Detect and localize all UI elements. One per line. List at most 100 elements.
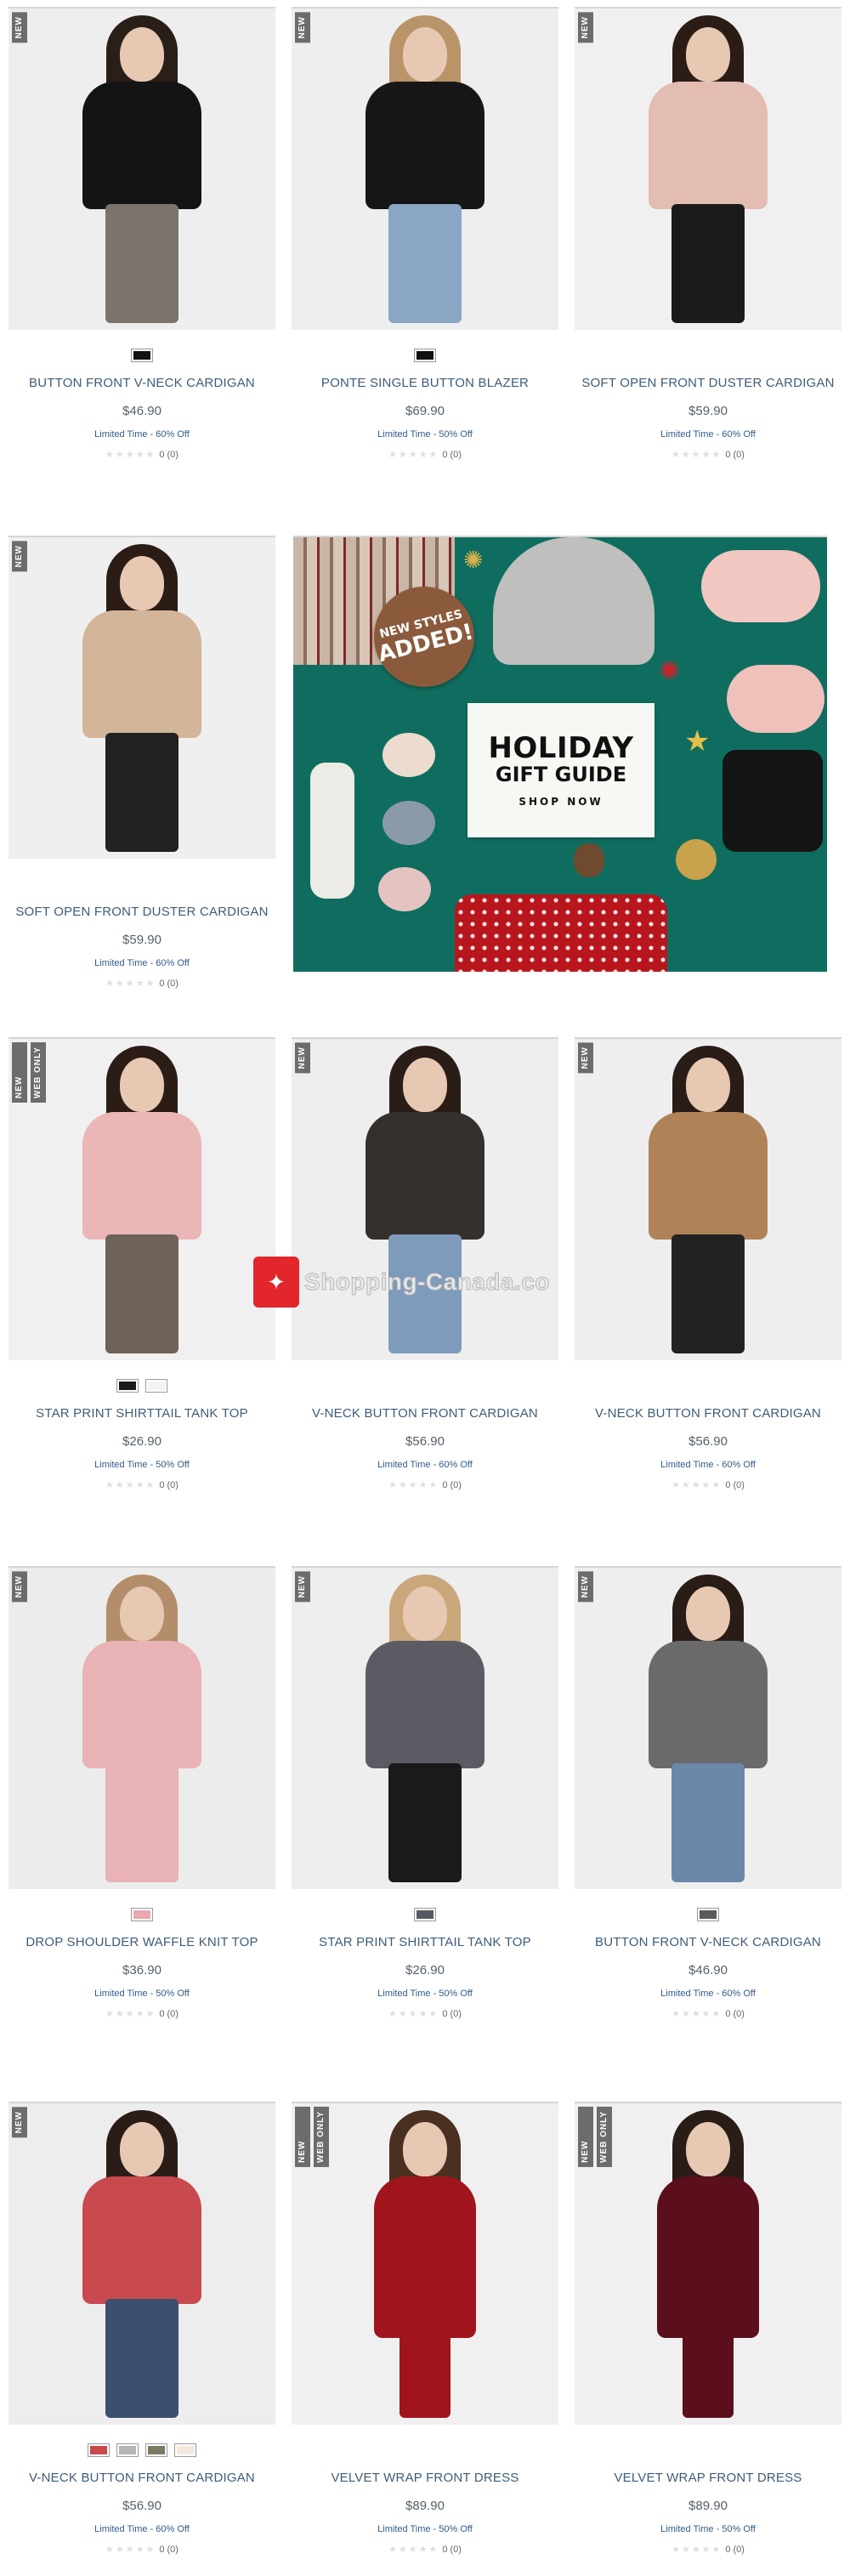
color-swatch[interactable] [174,2443,196,2457]
product-name[interactable]: STAR PRINT SHIRTTAIL TANK TOP [292,1935,558,1949]
product-name[interactable]: PONTE SINGLE BUTTON BLAZER [292,376,558,390]
scrunchie-image [382,733,435,777]
product-name[interactable]: VELVET WRAP FRONT DRESS [292,2471,558,2485]
rating[interactable]: ★★★★★ 0 (0) [8,449,275,461]
product-card[interactable]: NEW STAR PRINT SHIRTTAIL TANK TOP $26.90… [292,1566,558,2019]
rating[interactable]: ★★★★★ 0 (0) [292,2008,558,2020]
web-only-badge: WEB ONLY [314,2107,329,2167]
model-figure [8,2103,275,2425]
product-card[interactable]: NEW WEB ONLY STAR PRINT SHIRTTAIL TANK TO… [8,1037,275,1490]
model-top [649,1641,768,1768]
review-count: 0 (0) [442,449,462,460]
product-image[interactable]: NEW [8,7,275,330]
beanie-image [493,537,654,665]
product-name[interactable]: DROP SHOULDER WAFFLE KNIT TOP [8,1935,275,1949]
model-top [374,2176,476,2338]
product-card[interactable]: NEW SOFT OPEN FRONT DUSTER CARDIGAN $59.… [575,7,842,460]
product-card[interactable]: NEW V-NECK BUTTON FRONT CARDIGAN $56.90 … [575,1037,842,1490]
shop-now-link[interactable]: SHOP NOW [518,796,603,808]
rating[interactable]: ★★★★★ 0 (0) [8,1479,275,1491]
product-name[interactable]: BUTTON FRONT V-NECK CARDIGAN [8,376,275,390]
product-image[interactable]: NEW [575,7,842,330]
rating[interactable]: ★★★★★ 0 (0) [8,2544,275,2556]
color-swatch[interactable] [116,2443,139,2457]
badge-group: NEW [12,12,27,43]
color-swatches [8,1908,275,1923]
product-name[interactable]: VELVET WRAP FRONT DRESS [575,2471,842,2485]
product-image[interactable]: NEW WEB ONLY [575,2102,842,2425]
color-swatch[interactable] [116,1379,139,1393]
model-figure [8,537,275,859]
rating[interactable]: ★★★★★ 0 (0) [292,1479,558,1491]
product-card[interactable]: NEW DROP SHOULDER WAFFLE KNIT TOP $36.90… [8,1566,275,2019]
new-badge: NEW [578,1042,593,1074]
badge-group: NEW [12,2107,27,2138]
rating[interactable]: ★★★★★ 0 (0) [292,2544,558,2556]
product-image[interactable]: NEW [292,1037,558,1360]
model-figure [575,2103,842,2425]
model-bottom [105,1234,178,1353]
holiday-gift-guide-banner[interactable]: ★ ✺ ✺ NEW STYLES ADDED! HOLIDAY GIFT GUI… [293,536,827,972]
model-bottom [388,1763,462,1882]
product-image[interactable]: NEW [8,1566,275,1889]
product-card[interactable]: NEW SOFT OPEN FRONT DUSTER CARDIGAN $59.… [8,536,275,989]
product-card[interactable]: NEW BUTTON FRONT V-NECK CARDIGAN $46.90 … [8,7,275,460]
product-image[interactable]: NEW [292,1566,558,1889]
color-swatch[interactable] [414,1908,436,1921]
pinecone-image [574,843,604,877]
product-image[interactable]: NEW [575,1037,842,1360]
product-name[interactable]: SOFT OPEN FRONT DUSTER CARDIGAN [575,376,842,390]
gift-guide-card[interactable]: HOLIDAY GIFT GUIDE SHOP NOW [468,703,654,837]
product-image[interactable]: NEW [575,1566,842,1889]
product-image[interactable]: NEW [292,7,558,330]
model-head [686,27,730,82]
product-image[interactable]: NEW [8,536,275,859]
new-badge: NEW [12,1042,27,1103]
product-name[interactable]: V-NECK BUTTON FRONT CARDIGAN [8,2471,275,2485]
product-card[interactable]: NEW PONTE SINGLE BUTTON BLAZER $69.90 Li… [292,7,558,460]
color-swatch[interactable] [697,1908,719,1921]
model-top [82,82,201,209]
product-name[interactable]: SOFT OPEN FRONT DUSTER CARDIGAN [8,905,275,919]
model-figure [8,1039,275,1360]
color-swatches [575,1379,842,1394]
maple-leaf-icon: ✦ [253,1257,299,1308]
promo-text: Limited Time - 50% Off [377,2524,473,2534]
product-price: $69.90 [405,404,445,418]
web-only-badge: WEB ONLY [597,2107,612,2167]
color-swatch[interactable] [414,349,436,362]
color-swatches [575,2443,842,2459]
product-card[interactable]: NEW V-NECK BUTTON FRONT CARDIGAN $56.90 … [8,2102,275,2555]
color-swatches [8,2443,275,2459]
product-name[interactable]: V-NECK BUTTON FRONT CARDIGAN [292,1406,558,1421]
review-count: 0 (0) [159,1479,178,1490]
rating[interactable]: ★★★★★ 0 (0) [575,449,842,461]
color-swatch[interactable] [145,2443,167,2457]
model-figure [575,1568,842,1889]
model-figure [575,1039,842,1360]
color-swatch[interactable] [131,349,153,362]
product-card[interactable]: NEW WEB ONLY VELVET WRAP FRONT DRESS $89.… [292,2102,558,2555]
color-swatches [575,349,842,364]
rating[interactable]: ★★★★★ 0 (0) [8,2008,275,2020]
color-swatch[interactable] [131,1908,153,1921]
model-head [120,27,164,82]
product-card[interactable]: NEW BUTTON FRONT V-NECK CARDIGAN $46.90 … [575,1566,842,2019]
rating[interactable]: ★★★★★ 0 (0) [575,2544,842,2556]
product-name[interactable]: STAR PRINT SHIRTTAIL TANK TOP [8,1406,275,1421]
scrunchie-image [382,801,435,845]
rating[interactable]: ★★★★★ 0 (0) [575,1479,842,1491]
product-name[interactable]: V-NECK BUTTON FRONT CARDIGAN [575,1406,842,1421]
product-card[interactable]: NEW WEB ONLY VELVET WRAP FRONT DRESS $89.… [575,2102,842,2555]
color-swatch[interactable] [145,1379,167,1393]
watermark: ✦ Shopping-Canada.co [253,1257,550,1308]
product-name[interactable]: BUTTON FRONT V-NECK CARDIGAN [575,1935,842,1949]
product-image[interactable]: NEW WEB ONLY [8,1037,275,1360]
product-image[interactable]: NEW WEB ONLY [292,2102,558,2425]
new-badge: NEW [12,12,27,43]
rating[interactable]: ★★★★★ 0 (0) [292,449,558,461]
product-image[interactable]: NEW [8,2102,275,2425]
rating[interactable]: ★★★★★ 0 (0) [575,2008,842,2020]
color-swatch[interactable] [88,2443,110,2457]
rating[interactable]: ★★★★★ 0 (0) [8,978,275,990]
